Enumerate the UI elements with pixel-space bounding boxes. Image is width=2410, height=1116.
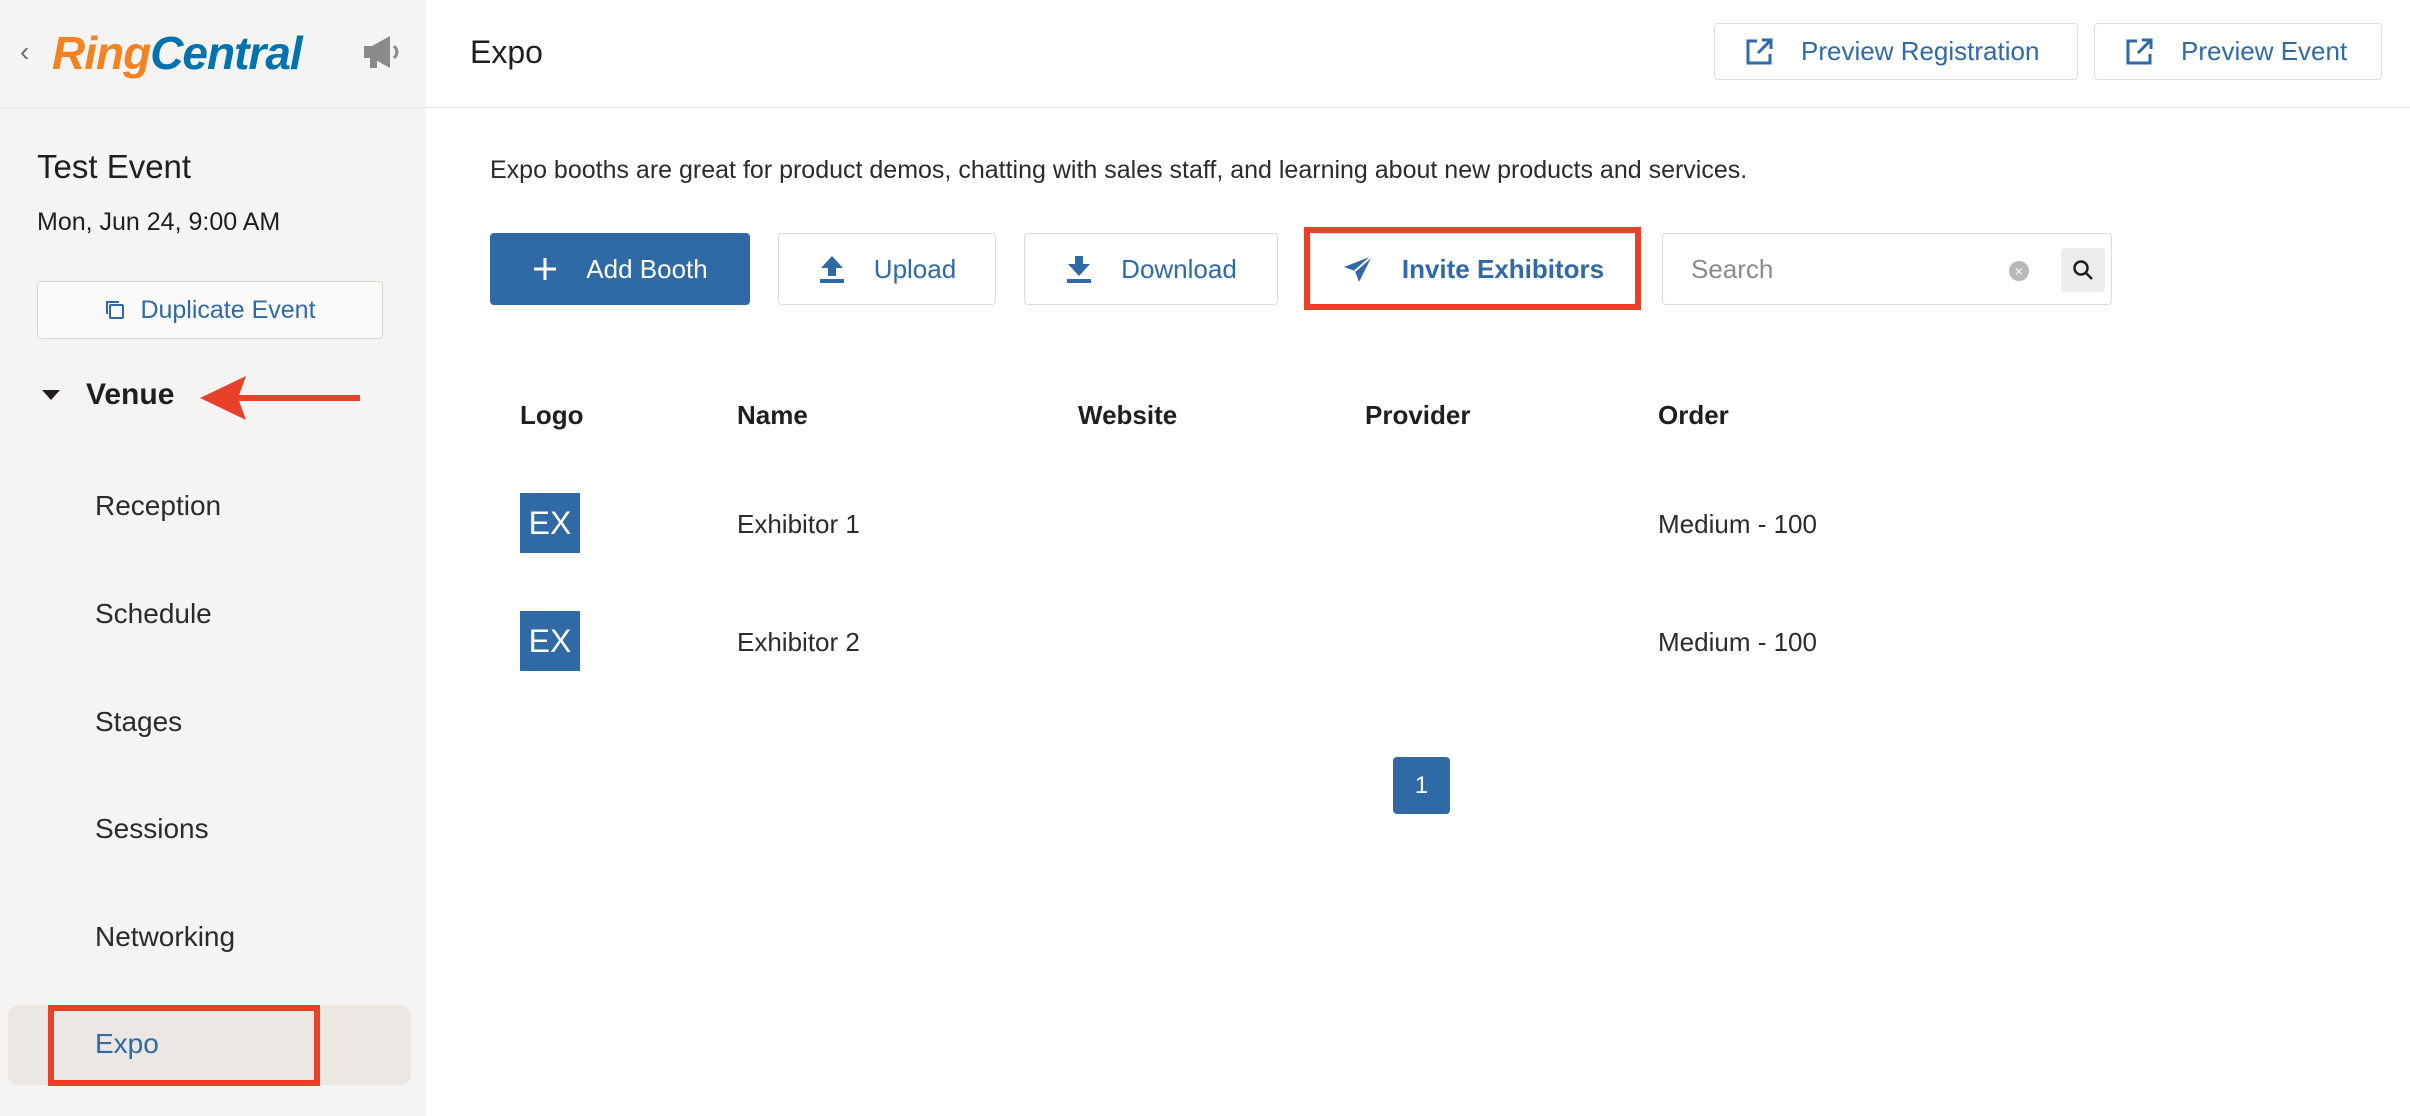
preview-registration-label: Preview Registration	[1801, 36, 2040, 66]
clear-icon[interactable]: ×	[2009, 261, 2029, 281]
pagination-page-1[interactable]: 1	[1393, 757, 1450, 814]
sidebar: ‹ RingCentral Test Event Mon, Jun 24, 9:…	[0, 0, 426, 1116]
upload-button[interactable]: Upload	[778, 233, 996, 305]
search-input[interactable]	[1691, 248, 1991, 290]
column-header-provider[interactable]: Provider	[1365, 400, 1471, 431]
exhibitor-order: Medium - 100	[1658, 509, 1817, 539]
chevron-left-icon[interactable]: ‹	[20, 36, 29, 68]
plus-icon	[534, 258, 557, 280]
exhibitor-logo: EX	[520, 611, 580, 671]
add-booth-button[interactable]: Add Booth	[490, 233, 750, 305]
page-title: Expo	[470, 34, 543, 70]
column-header-name[interactable]: Name	[737, 400, 808, 431]
expo-description: Expo booths are great for product demos,…	[490, 156, 1748, 184]
download-label: Download	[1121, 253, 1237, 284]
column-header-logo: Logo	[520, 400, 584, 430]
sidebar-item-sessions[interactable]: Sessions	[95, 813, 209, 845]
sidebar-item-networking[interactable]: Networking	[95, 921, 235, 953]
add-booth-label: Add Booth	[586, 253, 708, 284]
search-button[interactable]	[2061, 248, 2105, 292]
copy-icon	[106, 301, 125, 319]
column-header-order[interactable]: Order	[1658, 400, 1729, 431]
caret-down-icon	[42, 390, 60, 400]
download-icon	[1067, 256, 1092, 283]
exhibitor-name[interactable]: Exhibitor 2	[737, 627, 860, 658]
ringcentral-logo[interactable]: RingCentral	[52, 26, 303, 80]
external-link-icon	[1746, 38, 1773, 64]
search-icon	[2073, 260, 2093, 280]
preview-registration-button[interactable]: Preview Registration	[1714, 23, 2078, 80]
sidebar-item-stages[interactable]: Stages	[95, 706, 182, 738]
search-box: ×	[1662, 233, 2112, 305]
preview-event-button[interactable]: Preview Event	[2094, 23, 2382, 80]
event-title: Test Event	[37, 148, 192, 185]
exhibitor-order: Medium - 100	[1658, 627, 1817, 657]
page-header: Expo Preview Registration Preview Event	[426, 0, 2410, 108]
column-header-website[interactable]: Website	[1078, 400, 1177, 431]
sidebar-item-reception[interactable]: Reception	[95, 490, 221, 522]
annotation-highlight-expo	[48, 1005, 320, 1086]
external-link-icon	[2126, 38, 2153, 64]
preview-event-label: Preview Event	[2181, 36, 2348, 66]
upload-icon	[819, 256, 844, 283]
exhibitor-name[interactable]: Exhibitor 1	[737, 509, 860, 540]
event-date: Mon, Jun 24, 9:00 AM	[37, 208, 281, 236]
sidebar-header: ‹ RingCentral	[0, 0, 426, 108]
duplicate-event-label: Duplicate Event	[140, 295, 316, 324]
venue-label: Venue	[86, 378, 175, 411]
exhibitor-logo: EX	[520, 493, 580, 553]
sidebar-item-schedule[interactable]: Schedule	[95, 598, 212, 630]
download-button[interactable]: Download	[1024, 233, 1278, 305]
annotation-highlight-invite	[1304, 227, 1641, 310]
annotation-arrow	[200, 376, 360, 420]
upload-label: Upload	[873, 253, 957, 284]
venue-section-toggle[interactable]: Venue	[42, 378, 174, 412]
duplicate-event-button[interactable]: Duplicate Event	[37, 281, 383, 339]
megaphone-icon[interactable]	[360, 32, 404, 72]
